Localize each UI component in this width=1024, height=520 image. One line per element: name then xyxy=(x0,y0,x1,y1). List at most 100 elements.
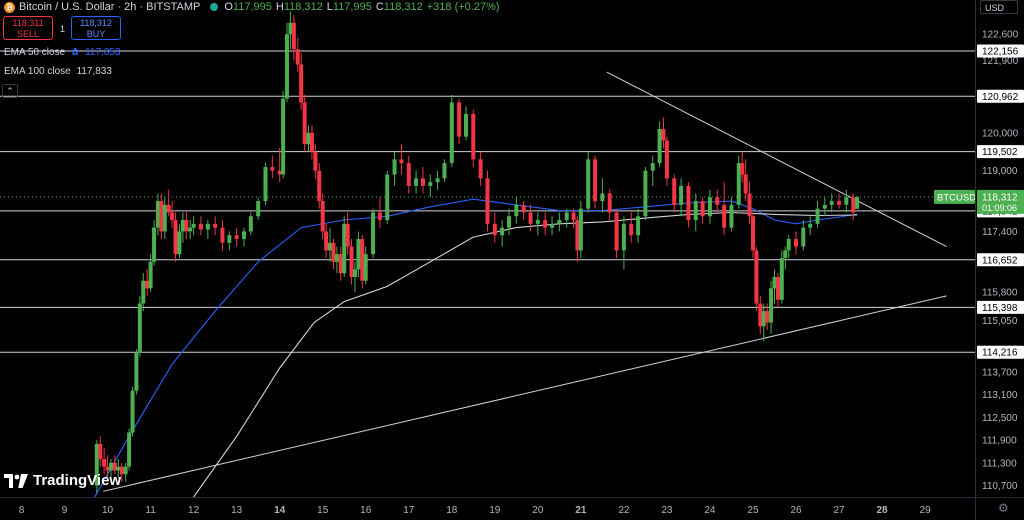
ema100-value: 117,833 xyxy=(76,66,112,77)
currency-button[interactable]: USD xyxy=(980,0,1018,14)
chart-plot-area[interactable]: BTCUSD xyxy=(0,0,975,497)
candle xyxy=(152,220,157,266)
candle xyxy=(173,212,178,262)
candle xyxy=(184,212,189,240)
settings-icon[interactable]: ⚙ xyxy=(998,501,1009,515)
candle-body xyxy=(747,193,752,217)
ema100-label: EMA 100 close xyxy=(4,66,71,77)
current-price-label: 118,312 xyxy=(982,192,1018,203)
candle-body xyxy=(205,223,210,230)
candle xyxy=(363,246,368,285)
candle xyxy=(360,235,365,289)
candle xyxy=(457,98,462,145)
candle xyxy=(661,117,666,148)
market-status-icon xyxy=(210,3,219,11)
candle xyxy=(270,155,275,179)
candle-body xyxy=(317,170,322,202)
candle xyxy=(478,151,483,186)
candle xyxy=(281,91,286,179)
candle-body xyxy=(650,163,655,171)
candle-body xyxy=(808,223,813,228)
candle xyxy=(779,250,784,304)
candle-body xyxy=(578,208,583,251)
price-tick-label: 113,100 xyxy=(982,390,1018,401)
candle xyxy=(471,110,476,167)
candle xyxy=(220,220,225,251)
candle-body xyxy=(277,170,282,175)
candle xyxy=(313,144,318,179)
candle xyxy=(514,197,519,224)
candle-body xyxy=(761,311,766,327)
time-axis[interactable]: 8 9 10 11 12 13 14 15 16 17 18 19 20 21 22 23 24 25 26 27 28… xyxy=(0,497,975,520)
candle-body xyxy=(428,182,433,186)
candle xyxy=(492,212,497,243)
candle xyxy=(191,216,196,236)
buy-price: 118,312 xyxy=(80,18,112,28)
candle-body xyxy=(137,303,142,353)
candle-body xyxy=(822,204,827,209)
candle xyxy=(435,170,440,190)
candle xyxy=(761,303,766,342)
candle-body xyxy=(166,204,171,213)
candle xyxy=(371,208,376,258)
ema50-legend[interactable]: EMA 50 close ✿ 117,853 xyxy=(4,47,121,58)
candle-body xyxy=(829,201,834,205)
candle xyxy=(331,239,336,270)
candle-body xyxy=(159,201,164,232)
level-price-label: 122,156 xyxy=(982,46,1019,57)
candle-body xyxy=(686,185,691,221)
candle-body xyxy=(180,220,185,232)
candle-body xyxy=(184,220,189,232)
tradingview-logo-text: TradingView xyxy=(33,472,122,489)
buy-button[interactable]: 118,312 BUY xyxy=(71,16,121,40)
candle-body xyxy=(295,49,300,65)
candle-body xyxy=(306,132,311,145)
candle-body xyxy=(772,276,777,289)
candle xyxy=(722,182,727,236)
ohlc-change: +318 (+0.27%) xyxy=(426,1,500,13)
price-axis[interactable]: 122,600 121,900 120,000 119,000 117,400 115,8… xyxy=(975,0,1024,497)
candle-body xyxy=(377,212,382,221)
ohlc-open: O117,995 xyxy=(224,1,272,13)
candle-body xyxy=(722,204,727,228)
candle-body xyxy=(263,166,268,202)
time-tick-label: 12 xyxy=(188,505,200,516)
candle xyxy=(772,269,777,304)
price-tick-label: 110,700 xyxy=(982,481,1018,492)
candle-body xyxy=(478,159,483,179)
level-price-label: 114,216 xyxy=(982,348,1018,359)
candle-body xyxy=(743,174,748,194)
candle-body xyxy=(363,254,368,281)
ema50-value: 117,853 xyxy=(85,47,121,58)
candle xyxy=(127,428,132,471)
candle xyxy=(557,212,562,232)
candle xyxy=(284,22,289,103)
candle-body xyxy=(420,178,425,186)
candle xyxy=(299,53,304,111)
collapse-legend-button[interactable]: ⌃ xyxy=(2,84,18,98)
candle-body xyxy=(754,250,759,304)
candle-body xyxy=(162,204,167,232)
time-tick-label: 15 xyxy=(317,505,329,516)
level-price-label: 115,398 xyxy=(982,303,1018,314)
candle xyxy=(162,197,167,240)
candle-body xyxy=(855,196,860,209)
candle xyxy=(463,106,468,141)
bitcoin-logo-icon: ₿ xyxy=(4,1,15,13)
candle-body xyxy=(414,178,419,186)
ema100-legend[interactable]: EMA 100 close 117,833 xyxy=(4,66,112,77)
loading-icon: ✿ xyxy=(70,47,80,58)
ohlc-high: H118,312 xyxy=(275,1,323,13)
candle-body xyxy=(109,462,114,471)
candle xyxy=(159,193,164,240)
candle-body xyxy=(521,204,526,213)
candle xyxy=(248,212,253,236)
sell-button[interactable]: 118,311 SELL xyxy=(3,16,53,40)
symbol-title[interactable]: Bitcoin / U.S. Dollar · 2h · BITSTAMP xyxy=(19,1,200,13)
candle-body xyxy=(758,303,763,327)
time-tick-label: 20 xyxy=(532,505,544,516)
ohlc-close: C118,312 xyxy=(375,1,423,13)
candle xyxy=(420,166,425,194)
candle-body xyxy=(815,208,820,224)
candle-body xyxy=(679,185,684,205)
